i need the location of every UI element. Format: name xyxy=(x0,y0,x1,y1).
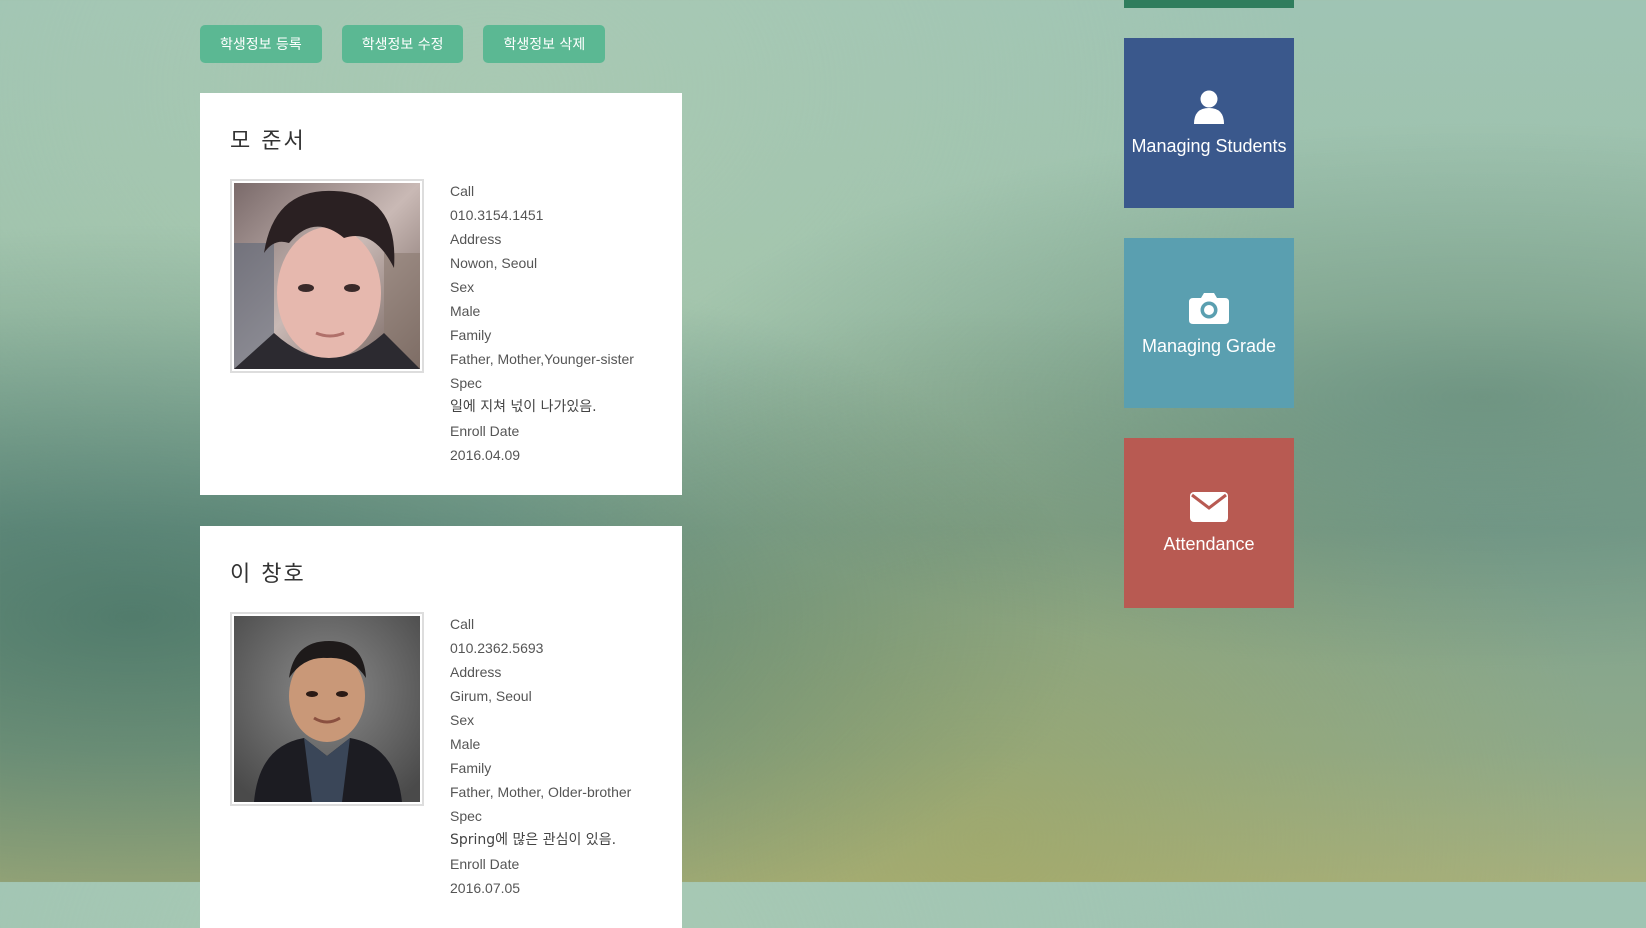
student-card: 모 준서 Call 010.3154.1451 Address Nowon, S… xyxy=(200,93,682,495)
sex-label: Sex xyxy=(450,712,475,728)
spec-label: Spec xyxy=(450,375,482,391)
student-photo xyxy=(230,179,424,373)
tile-label: Managing Students xyxy=(1131,135,1287,156)
edit-student-button[interactable]: 학생정보 수정 xyxy=(341,25,464,63)
student-name: 모 준서 xyxy=(230,129,306,154)
enroll-date-value: 2016.04.09 xyxy=(450,447,521,463)
attendance-tile[interactable]: Attendance xyxy=(1124,438,1294,608)
tile-label: Managing Grade xyxy=(1141,335,1277,356)
managing-grade-tile[interactable]: Managing Grade xyxy=(1124,238,1294,408)
student-photo-image xyxy=(234,183,420,369)
spec-value: 일에 지쳐 넋이 나가있음. xyxy=(450,399,597,415)
call-value: 010.3154.1451 xyxy=(450,207,544,223)
tile-label: Attendance xyxy=(1163,533,1255,554)
managing-students-tile[interactable]: Managing Students xyxy=(1124,38,1294,208)
address-label: Address xyxy=(450,664,502,680)
enroll-date-label: Enroll Date xyxy=(450,423,520,439)
address-value: Girum, Seoul xyxy=(450,688,532,704)
user-icon xyxy=(1194,90,1224,124)
address-value: Nowon, Seoul xyxy=(450,255,538,271)
sex-value: Male xyxy=(450,736,481,752)
student-toolbar: 학생정보 등록 학생정보 수정 학생정보 삭제 xyxy=(200,25,606,63)
student-photo xyxy=(230,612,424,806)
student-card: 이 창호 Call 010.2362.5693 Address Girum, S… xyxy=(200,526,682,928)
student-info: Call 010.2362.5693 Address Girum, Seoul … xyxy=(450,612,631,900)
sex-value: Male xyxy=(450,303,481,319)
family-value: Father, Mother, Older-brother xyxy=(450,784,632,800)
delete-student-button[interactable]: 학생정보 삭제 xyxy=(483,25,606,63)
student-photo-image xyxy=(234,616,420,802)
tile-top-strip[interactable] xyxy=(1124,0,1294,8)
family-value: Father, Mother,Younger-sister xyxy=(450,351,634,367)
address-label: Address xyxy=(450,231,502,247)
enroll-date-value: 2016.07.05 xyxy=(450,880,521,896)
sex-label: Sex xyxy=(450,279,475,295)
call-label: Call xyxy=(450,183,475,199)
student-info: Call 010.3154.1451 Address Nowon, Seoul … xyxy=(450,179,634,467)
call-value: 010.2362.5693 xyxy=(450,640,544,656)
camera-icon xyxy=(1189,292,1229,324)
spec-label: Spec xyxy=(450,808,482,824)
family-label: Family xyxy=(450,760,492,776)
call-label: Call xyxy=(450,616,475,632)
family-label: Family xyxy=(450,327,492,343)
register-student-button[interactable]: 학생정보 등록 xyxy=(200,25,322,63)
enroll-date-label: Enroll Date xyxy=(450,856,520,872)
spec-value: Spring에 많은 관심이 있음. xyxy=(450,832,617,848)
envelope-icon xyxy=(1190,491,1228,522)
student-name: 이 창호 xyxy=(230,562,306,587)
